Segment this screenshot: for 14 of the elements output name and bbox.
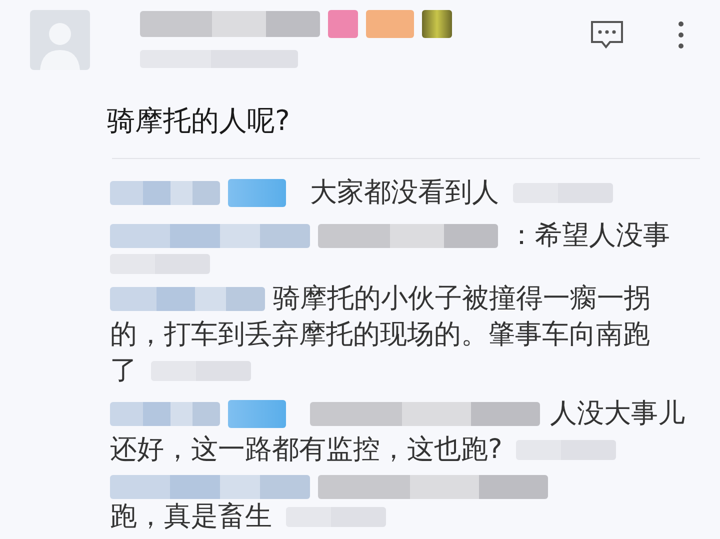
more-icon[interactable] xyxy=(678,21,684,49)
blurred-badge xyxy=(366,10,414,38)
reply-text: 的，打车到丢弃摩托的现场的。肇事车向南跑 xyxy=(110,318,650,352)
reply-text: 还好，这一路都有监控，这也跑? xyxy=(110,433,502,467)
post-text: 骑摩托的人呢? xyxy=(106,103,291,139)
blurred-badge xyxy=(422,10,452,38)
reply-text: 了 xyxy=(110,354,137,388)
reply-text: 跑，真是畜生 xyxy=(110,500,272,534)
blurred-badge xyxy=(328,10,358,38)
comment-icon[interactable] xyxy=(590,20,624,50)
reply-text: 骑摩托的小伙子被撞得一瘸一拐 xyxy=(273,282,651,316)
reply-text: 大家都没看到人 xyxy=(310,176,499,210)
reply-text: ：希望人没事 xyxy=(508,219,670,253)
reply-text: 人没大事儿 xyxy=(550,397,685,431)
